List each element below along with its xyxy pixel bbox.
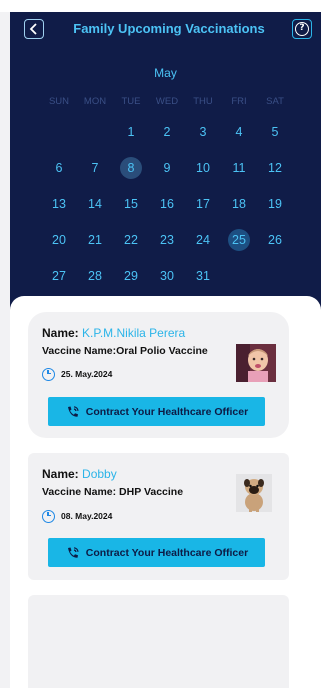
vaccination-card: Name: Dobby Vaccine Name: DHP Vaccine 08… — [28, 453, 289, 580]
calendar-day-19[interactable]: 19 — [264, 193, 286, 215]
calendar-day-31[interactable]: 31 — [192, 265, 214, 287]
calendar-day-14[interactable]: 14 — [84, 193, 106, 215]
app-bar: Family Upcoming Vaccinations ? — [10, 17, 321, 41]
calendar-day-9[interactable]: 9 — [156, 157, 178, 179]
member-name: K.P.M.Nikila Perera — [82, 326, 186, 340]
chevron-left-icon — [29, 23, 37, 35]
weekday-label: SAT — [266, 96, 284, 107]
vaccine-name: Vaccine Name:Oral Polio Vaccine — [42, 345, 208, 357]
calendar-day-23[interactable]: 23 — [156, 229, 178, 251]
contact-officer-button[interactable]: Contract Your Healthcare Officer — [48, 397, 265, 426]
member-name-line: Name: Dobby — [42, 467, 117, 481]
page-title: Family Upcoming Vaccinations — [73, 21, 265, 36]
baby-photo — [236, 344, 276, 382]
calendar-day-24[interactable]: 24 — [192, 229, 214, 251]
weekday-label: FRI — [231, 96, 247, 107]
calendar-day-29[interactable]: 29 — [120, 265, 142, 287]
calendar-day-1[interactable]: 1 — [120, 121, 142, 143]
phone-call-icon — [67, 546, 79, 558]
calendar-day-12[interactable]: 12 — [264, 157, 286, 179]
date-text: 25. May.2024 — [61, 369, 113, 379]
vaccine-name: Vaccine Name: DHP Vaccine — [42, 486, 184, 498]
calendar-day-2[interactable]: 2 — [156, 121, 178, 143]
calendar-day-25[interactable]: 25 — [228, 229, 250, 251]
calendar-day-17[interactable]: 17 — [192, 193, 214, 215]
calendar-day-6[interactable]: 6 — [48, 157, 70, 179]
calendar-day-7[interactable]: 7 — [84, 157, 106, 179]
vaccination-date: 25. May.2024 — [42, 367, 112, 381]
calendar-day-28[interactable]: 28 — [84, 265, 106, 287]
calendar-day-27[interactable]: 27 — [48, 265, 70, 287]
calendar-day-26[interactable]: 26 — [264, 229, 286, 251]
calendar-day-15[interactable]: 15 — [120, 193, 142, 215]
weekday-label: THU — [193, 96, 213, 107]
question-circle-icon: ? — [295, 22, 309, 36]
status-strip — [0, 0, 321, 12]
clock-icon — [42, 367, 55, 381]
calendar-day-13[interactable]: 13 — [48, 193, 70, 215]
member-name-line: Name: K.P.M.Nikila Perera — [42, 326, 185, 340]
calendar-day-8[interactable]: 8 — [120, 157, 142, 179]
contact-officer-label: Contract Your Healthcare Officer — [85, 546, 249, 559]
member-name: Dobby — [82, 467, 117, 481]
weekday-label: WED — [155, 96, 179, 107]
vaccination-date: 08. May.2024 — [42, 509, 112, 523]
contact-officer-label: Contract Your Healthcare Officer — [85, 405, 249, 418]
calendar-header-panel: Family Upcoming Vaccinations ? May SUN M… — [10, 12, 321, 332]
calendar-day-18[interactable]: 18 — [228, 193, 250, 215]
calendar-day-4[interactable]: 4 — [228, 121, 250, 143]
calendar-day-20[interactable]: 20 — [48, 229, 70, 251]
back-button[interactable] — [24, 19, 44, 39]
calendar-day-16[interactable]: 16 — [156, 193, 178, 215]
vaccination-card: Name: K.P.M.Nikila Perera Vaccine Name:O… — [28, 312, 289, 438]
weekday-label: SUN — [48, 96, 70, 107]
phone-call-icon — [67, 405, 79, 417]
calendar-day-3[interactable]: 3 — [192, 121, 214, 143]
calendar-day-10[interactable]: 10 — [192, 157, 214, 179]
calendar-day-11[interactable]: 11 — [228, 157, 250, 179]
dog-photo — [236, 474, 272, 512]
weekday-label: TUE — [121, 96, 141, 107]
name-label: Name: — [42, 326, 79, 340]
date-text: 08. May.2024 — [61, 511, 113, 521]
name-label: Name: — [42, 467, 79, 481]
vaccination-card-placeholder — [28, 595, 289, 688]
calendar-day-21[interactable]: 21 — [84, 229, 106, 251]
help-button[interactable]: ? — [292, 19, 312, 39]
calendar-month-label: May — [154, 66, 177, 80]
calendar-day-22[interactable]: 22 — [120, 229, 142, 251]
contact-officer-button[interactable]: Contract Your Healthcare Officer — [48, 538, 265, 567]
calendar-weekday-row: SUN MON TUE WED THU FRI SAT — [46, 96, 296, 110]
clock-icon — [42, 509, 55, 523]
weekday-label: MON — [83, 96, 107, 107]
calendar-days-grid: 1 2 3 4 5 6 7 8 9 10 11 12 13 14 15 16 17 18 19 20 21 22 23 24 2… — [46, 125, 306, 312]
calendar-day-30[interactable]: 30 — [156, 265, 178, 287]
calendar-day-5[interactable]: 5 — [264, 121, 286, 143]
